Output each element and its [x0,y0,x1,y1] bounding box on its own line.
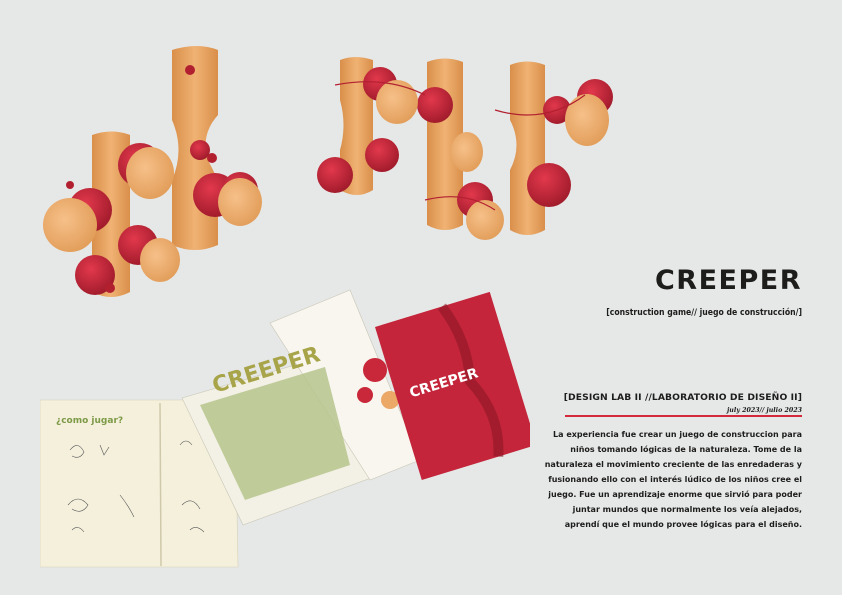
creeper-render-left [43,46,262,297]
project-date: july 2023// julio 2023 [727,407,802,414]
project-description: La experiencia fue crear un juego de con… [544,430,802,529]
creeper-render-right [317,57,613,240]
accent-divider [565,415,802,417]
booklet-mockup: ¿como jugar? CREEPER CREEPER [40,289,530,568]
instructions-heading: ¿como jugar? [56,416,123,426]
project-subtitle: [construction game// juego de construcci… [606,308,802,318]
course-name: [DESIGN LAB II //LABORATORIO DE DISEÑO I… [563,392,802,403]
project-title: CREEPER [654,265,802,296]
